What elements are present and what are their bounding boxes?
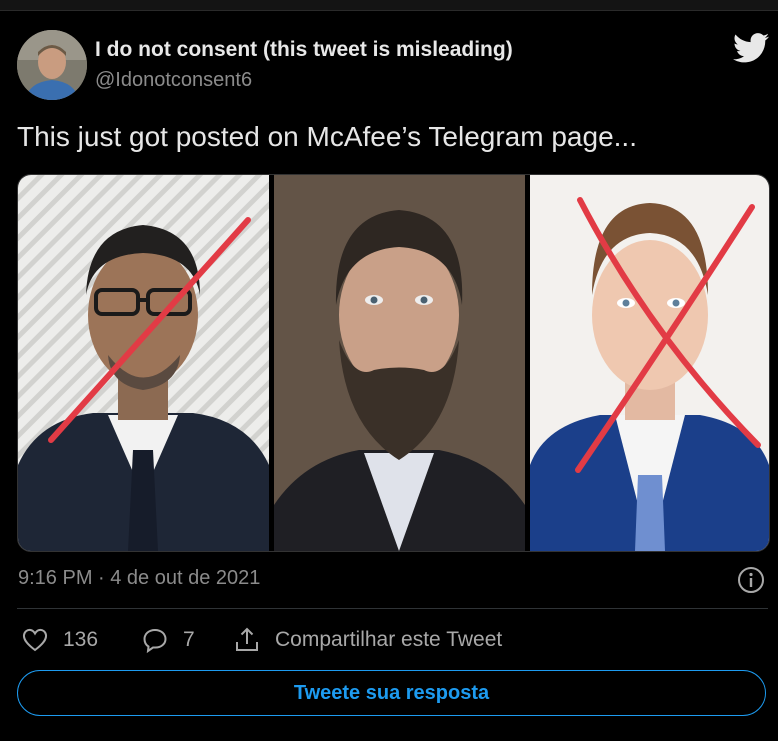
avatar[interactable] <box>17 30 87 100</box>
reply-count: 7 <box>183 628 195 651</box>
media-photo-2[interactable] <box>274 175 525 551</box>
twitter-bird-icon[interactable] <box>733 33 769 63</box>
reply-action-button[interactable]: 7 <box>141 625 195 655</box>
like-button[interactable]: 136 <box>21 625 98 655</box>
reply-icon <box>143 628 167 654</box>
info-icon[interactable] <box>737 566 765 594</box>
share-icon <box>236 627 258 651</box>
avatar-photo <box>17 30 87 100</box>
heart-icon <box>22 628 48 652</box>
share-label: Compartilhar este Tweet <box>275 628 503 651</box>
like-count: 136 <box>63 628 99 651</box>
author-handle[interactable]: @Idonotconsent6 <box>95 69 252 92</box>
media-photo-3[interactable] <box>530 175 769 551</box>
share-button[interactable]: Compartilhar este Tweet <box>233 625 502 655</box>
media-grid[interactable] <box>17 174 770 552</box>
media-photo-1[interactable] <box>18 175 269 551</box>
author-name[interactable]: I do not consent (this tweet is misleadi… <box>95 38 513 62</box>
tweet-text: This just got posted on McAfee’s Telegra… <box>17 121 637 152</box>
tweet-timestamp[interactable]: 9:16 PM · 4 de out de 2021 <box>18 567 260 590</box>
tweet-reply-button[interactable]: Tweete sua resposta <box>17 670 766 716</box>
window-top-bar <box>0 0 778 11</box>
divider <box>17 608 768 609</box>
